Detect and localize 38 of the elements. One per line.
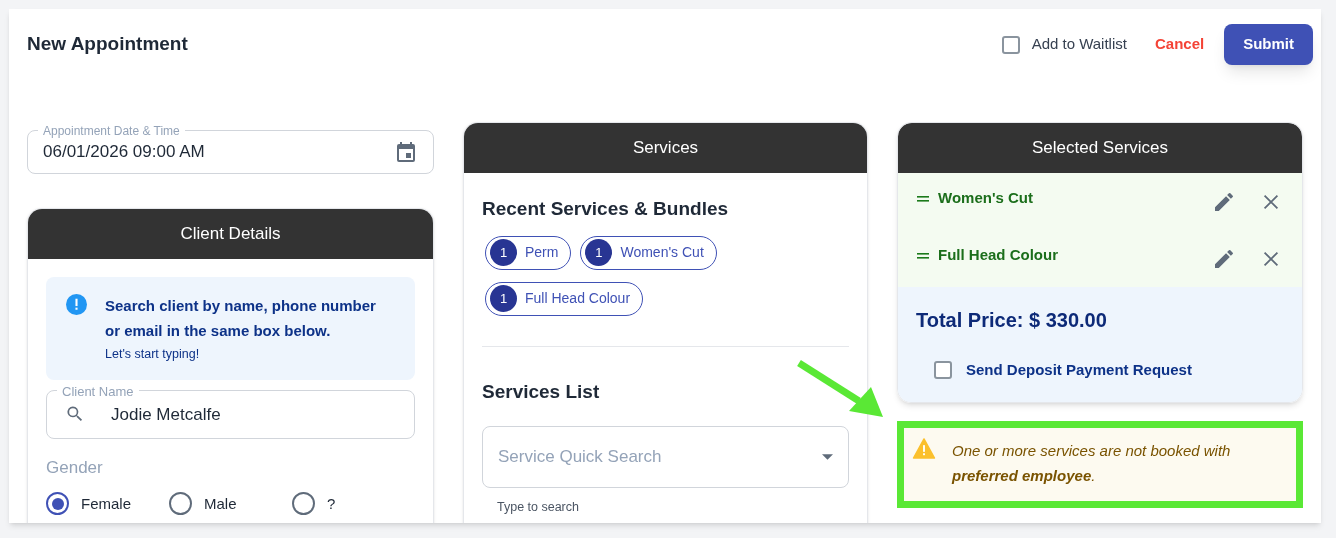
radio-label: ? — [327, 493, 336, 514]
card-title: Services — [464, 123, 867, 173]
card-title: Client Details — [28, 209, 433, 259]
service-name: Full Head Colour — [938, 245, 1059, 266]
field-value: 06/01/2026 09:00 AM — [43, 141, 206, 164]
card-title: Selected Services — [898, 123, 1302, 173]
checkbox[interactable] — [934, 361, 952, 380]
calendar-icon[interactable] — [394, 140, 418, 164]
caret-icon — [822, 454, 833, 460]
count-badge: 1 — [490, 285, 517, 312]
field-value: Jodie Metcalfe — [111, 403, 221, 426]
section-heading: Services List — [482, 379, 601, 404]
radio-label: Male — [204, 493, 237, 514]
checkbox[interactable] — [1001, 35, 1020, 54]
radio-button[interactable] — [46, 492, 69, 516]
deposit-label: Send Deposit Payment Request — [966, 360, 1192, 380]
service-name: Women's Cut — [938, 188, 1034, 209]
placeholder-text: Service Quick Search — [498, 446, 663, 469]
submit-button[interactable]: Submit — [1224, 24, 1313, 65]
warning-message: One or more services are not booked with preferred employee. — [952, 440, 1232, 486]
radio-label: Female — [81, 493, 132, 514]
info-icon — [66, 294, 87, 315]
gender-label: Gender — [46, 456, 104, 479]
total-price: Total Price: $ 330.00 — [916, 308, 1108, 333]
radio-button[interactable] — [292, 492, 315, 516]
drag-handle-icon[interactable] — [917, 195, 929, 202]
page-title: New Appointment — [27, 32, 189, 57]
info-hint: Let's start typing! — [105, 346, 201, 363]
section-heading: Recent Services & Bundles — [482, 197, 730, 221]
info-message: Search client by name, phone number or email in the same box below. — [105, 296, 377, 341]
search-hint: Type to search — [497, 499, 580, 516]
warning-icon — [912, 437, 936, 459]
waitlist-label: Add to Waitlist — [1031, 34, 1127, 55]
count-badge: 1 — [585, 239, 613, 266]
radio-button[interactable] — [169, 492, 192, 516]
drag-handle-icon[interactable] — [917, 252, 929, 259]
count-badge: 1 — [490, 239, 517, 266]
cancel-button[interactable]: Cancel — [1146, 33, 1213, 56]
